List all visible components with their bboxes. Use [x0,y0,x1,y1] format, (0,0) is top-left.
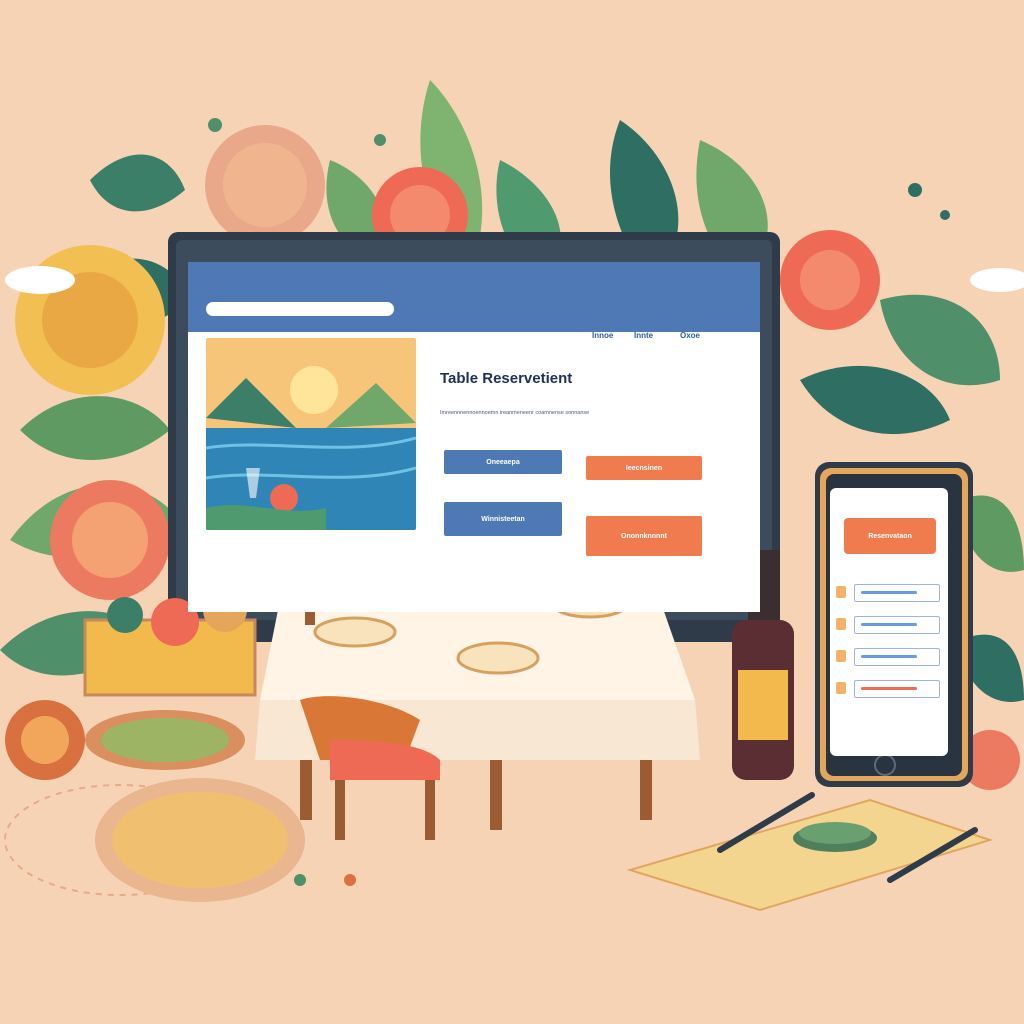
action-button-3[interactable]: Winnisteetan [444,502,562,536]
nav-link-2[interactable]: Innte [634,331,653,343]
site-header [188,262,760,332]
action-button-4[interactable]: Ononnknnnnt [586,516,702,556]
page-description: Imreennnennoennoemn ireanmeneenr coamnen… [440,410,590,416]
form-row[interactable] [836,648,940,666]
phone-screen: Resenvataon [830,488,948,756]
address-bar[interactable] [206,302,394,316]
page-title: Table Reservetient [440,370,573,387]
action-button-1[interactable]: Oneeaepa [444,450,562,474]
action-button-2[interactable]: Ieecnsinen [586,456,702,480]
reservation-button[interactable]: Resenvataon [844,518,936,554]
form-row[interactable] [836,616,940,634]
hero-image [206,338,416,530]
website-screen: Innoe Innte Oxoe Table Reservetient Imre… [188,262,760,612]
form-row[interactable] [836,680,940,698]
nav-link-1[interactable]: Innoe [592,331,613,343]
form-row[interactable] [836,584,940,602]
nav-link-3[interactable]: Oxoe [680,331,700,343]
